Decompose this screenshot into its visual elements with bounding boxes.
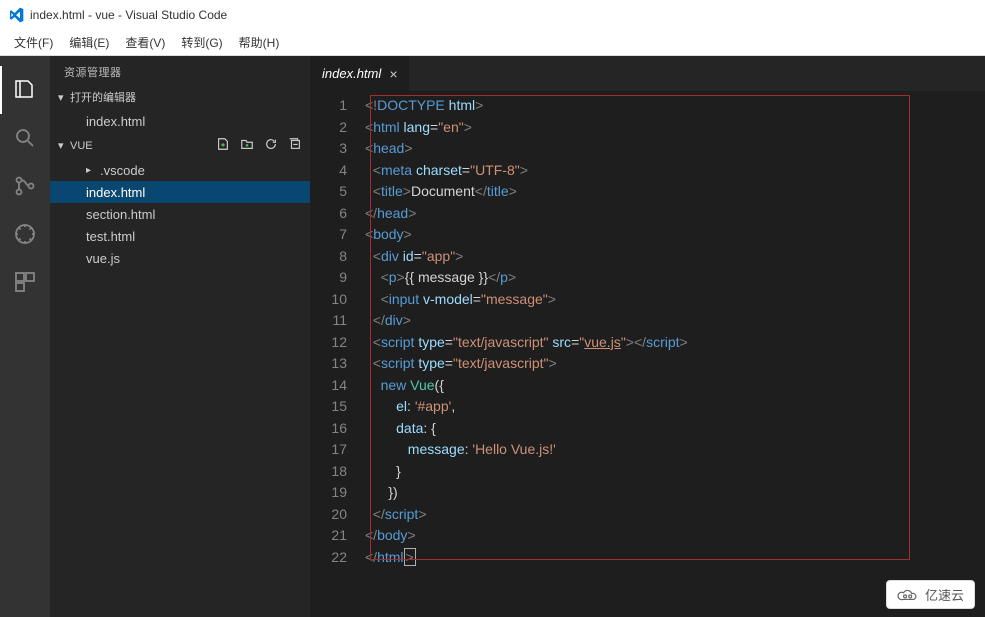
menu-edit[interactable]: 编辑(E) [61,34,117,51]
line-number: 17 [310,439,365,461]
new-folder-icon[interactable] [240,137,254,154]
menu-goto[interactable]: 转到(G) [173,34,230,51]
code-line[interactable]: 18 } [310,461,985,483]
vscode-logo-icon [8,7,24,23]
code-line[interactable]: 20 </script> [310,504,985,526]
line-number: 8 [310,246,365,268]
line-number: 2 [310,117,365,139]
editor-group: index.html × 1<!DOCTYPE html>2<html lang… [310,56,985,617]
new-file-icon[interactable] [216,137,230,154]
code-line[interactable]: 8 <div id="app"> [310,246,985,268]
code-line[interactable]: 21</body> [310,525,985,547]
line-number: 15 [310,396,365,418]
code-line[interactable]: 17 message: 'Hello Vue.js!' [310,439,985,461]
line-number: 16 [310,418,365,440]
line-number: 12 [310,332,365,354]
line-number: 7 [310,224,365,246]
tree-file-section[interactable]: section.html [50,203,310,225]
section-open-editors[interactable]: ▾ 打开的编辑器 [50,86,310,108]
code-line[interactable]: 19 }) [310,482,985,504]
line-number: 11 [310,310,365,332]
sidebar-explorer: 资源管理器 ▾ 打开的编辑器 index.html ▾ VUE ▸ .vscod… [50,56,310,617]
section-project[interactable]: ▾ VUE [50,134,310,157]
tree-file-vuejs[interactable]: vue.js [50,247,310,269]
debug-icon [13,222,37,246]
line-number: 5 [310,181,365,203]
line-number: 20 [310,504,365,526]
activity-scm[interactable] [0,162,50,210]
line-number: 21 [310,525,365,547]
watermark-badge: 亿速云 [886,580,975,609]
line-number: 14 [310,375,365,397]
code-line[interactable]: 1<!DOCTYPE html> [310,95,985,117]
close-icon[interactable]: × [389,66,397,82]
editor-area[interactable]: 1<!DOCTYPE html>2<html lang="en">3<head>… [310,91,985,617]
chevron-down-icon: ▾ [58,139,70,152]
collapse-all-icon[interactable] [288,137,302,154]
menu-file[interactable]: 文件(F) [6,34,61,51]
chevron-down-icon: ▾ [58,91,70,104]
extensions-icon [13,270,37,294]
code-line[interactable]: 11 </div> [310,310,985,332]
source-control-icon [13,174,37,198]
window-title: index.html - vue - Visual Studio Code [30,8,227,22]
code-line[interactable]: 9 <p>{{ message }}</p> [310,267,985,289]
line-number: 4 [310,160,365,182]
code-line[interactable]: 10 <input v-model="message"> [310,289,985,311]
editor-tabs: index.html × [310,56,985,91]
refresh-icon[interactable] [264,137,278,154]
code-line[interactable]: 4 <meta charset="UTF-8"> [310,160,985,182]
code-line[interactable]: 22</html> [310,547,985,569]
search-icon [13,126,37,150]
tab-index-html[interactable]: index.html × [310,56,410,91]
code-line[interactable]: 15 el: '#app', [310,396,985,418]
line-number: 9 [310,267,365,289]
activity-search[interactable] [0,114,50,162]
code-line[interactable]: 12 <script type="text/javascript" src="v… [310,332,985,354]
sidebar-title: 资源管理器 [50,56,310,86]
line-number: 3 [310,138,365,160]
line-number: 18 [310,461,365,483]
activity-bar [0,56,50,617]
activity-explorer[interactable] [0,66,50,114]
window-titlebar: index.html - vue - Visual Studio Code [0,0,985,30]
line-number: 13 [310,353,365,375]
line-number: 6 [310,203,365,225]
code-line[interactable]: 3<head> [310,138,985,160]
tree-file-test[interactable]: test.html [50,225,310,247]
tree-file-index[interactable]: index.html [50,181,310,203]
menu-view[interactable]: 查看(V) [117,34,173,51]
menu-help[interactable]: 帮助(H) [231,34,288,51]
open-editor-item[interactable]: index.html [50,110,310,132]
activity-extensions[interactable] [0,258,50,306]
code-line[interactable]: 7<body> [310,224,985,246]
line-number: 10 [310,289,365,311]
line-number: 19 [310,482,365,504]
code-line[interactable]: 13 <script type="text/javascript"> [310,353,985,375]
code-line[interactable]: 5 <title>Document</title> [310,181,985,203]
line-number: 1 [310,95,365,117]
code-line[interactable]: 16 data: { [310,418,985,440]
cloud-icon [897,588,919,602]
code-line[interactable]: 2<html lang="en"> [310,117,985,139]
activity-debug[interactable] [0,210,50,258]
code-line[interactable]: 6</head> [310,203,985,225]
chevron-right-icon: ▸ [86,165,100,176]
tree-folder-vscode[interactable]: ▸ .vscode [50,159,310,181]
files-icon [13,78,37,102]
line-number: 22 [310,547,365,569]
code-line[interactable]: 14 new Vue({ [310,375,985,397]
menubar: 文件(F) 编辑(E) 查看(V) 转到(G) 帮助(H) [0,30,985,56]
